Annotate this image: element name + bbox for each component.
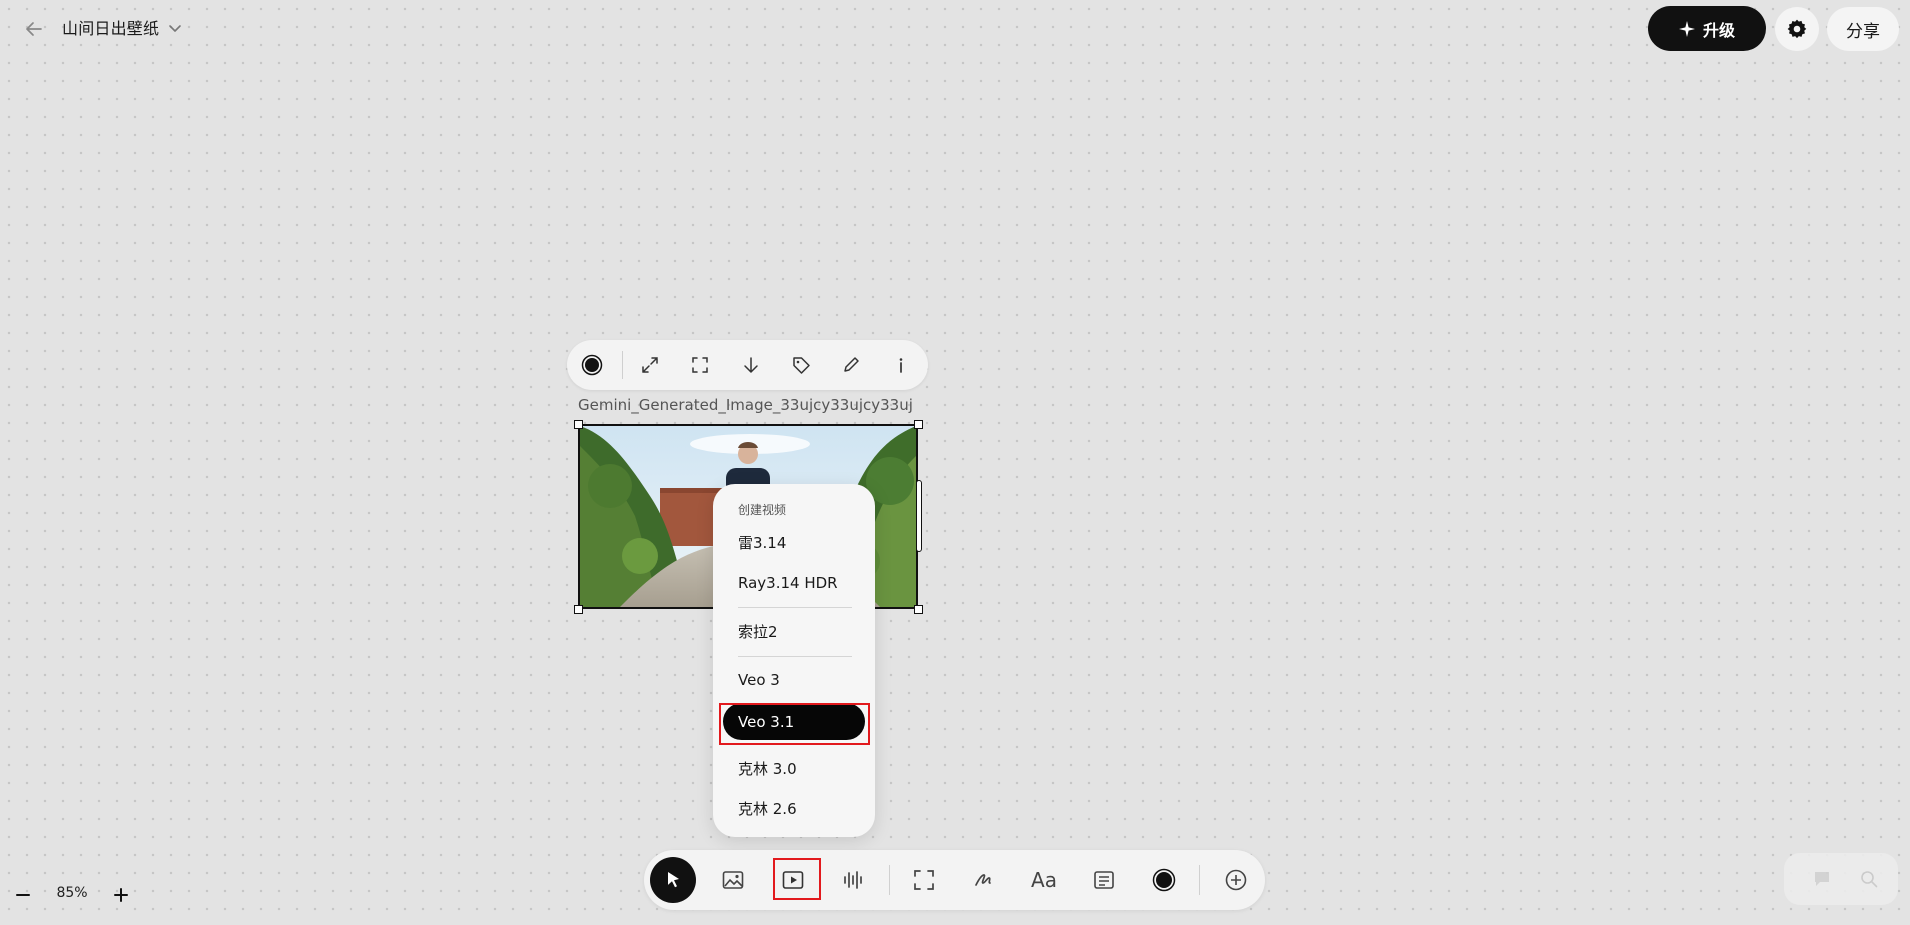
menu-item-veo31[interactable]: Veo 3.1 [723, 703, 865, 740]
expand-icon[interactable] [637, 352, 663, 378]
menu-item-ray314-hdr[interactable]: Ray3.14 HDR [738, 573, 838, 593]
image-filename: Gemini_Generated_Image_33ujcy33ujcy33uj [578, 396, 913, 414]
menu-item-ray314[interactable]: 雷3.14 [738, 533, 786, 553]
menu-divider [738, 656, 852, 657]
resize-handle-top-left[interactable] [574, 420, 583, 429]
audio-waveform-icon[interactable] [833, 860, 873, 900]
menu-item-veo3[interactable]: Veo 3 [738, 670, 780, 690]
download-arrow-icon[interactable] [738, 352, 764, 378]
frame-icon[interactable] [904, 860, 944, 900]
chevron-down-icon[interactable] [166, 19, 184, 37]
image-icon[interactable] [713, 860, 753, 900]
project-title[interactable]: 山间日出壁纸 [62, 18, 159, 40]
bottom-toolbar: Aa [644, 850, 1265, 910]
resize-handle-bottom-left[interactable] [574, 605, 583, 614]
image-toolbar [567, 340, 928, 390]
menu-item-kling26[interactable]: 克林 2.6 [738, 799, 797, 819]
settings-button[interactable] [1775, 7, 1819, 51]
resize-handle-top-right[interactable] [914, 420, 923, 429]
resize-handle-bottom-right[interactable] [914, 605, 923, 614]
video-icon[interactable] [773, 860, 813, 900]
note-icon[interactable] [1084, 860, 1124, 900]
sparkle-icon [1678, 20, 1695, 37]
toolbar-divider [1199, 865, 1200, 895]
toolbar-divider [889, 865, 890, 895]
chat-search-panel [1784, 853, 1898, 905]
back-arrow-icon[interactable] [22, 17, 46, 41]
search-icon[interactable] [1860, 870, 1878, 888]
menu-item-kling30[interactable]: 克林 3.0 [738, 759, 797, 779]
pencil-icon[interactable] [838, 352, 864, 378]
create-video-menu: 创建视频 雷3.14 Ray3.14 HDR 索拉2 Veo 3 Veo 3.1… [713, 484, 875, 837]
tag-icon[interactable] [788, 352, 814, 378]
menu-divider [738, 607, 852, 608]
share-button[interactable]: 分享 [1827, 7, 1899, 51]
zoom-in-button[interactable] [112, 886, 130, 904]
info-icon[interactable] [888, 352, 914, 378]
menu-item-sora2[interactable]: 索拉2 [738, 622, 778, 642]
color-dot-icon[interactable] [579, 352, 605, 378]
zoom-out-button[interactable] [14, 886, 32, 904]
add-icon[interactable] [1216, 860, 1256, 900]
crop-frame-icon[interactable] [687, 352, 713, 378]
draw-pen-icon[interactable] [964, 860, 1004, 900]
toolbar-divider [622, 351, 623, 379]
chat-icon[interactable] [1812, 869, 1832, 889]
resize-handle-right[interactable] [916, 480, 922, 552]
gear-icon [1786, 18, 1808, 40]
select-cursor-icon[interactable] [650, 857, 696, 903]
color-dot-icon[interactable] [1144, 860, 1184, 900]
text-tool-icon[interactable]: Aa [1024, 860, 1064, 900]
upgrade-label: 升级 [1702, 20, 1735, 40]
menu-header: 创建视频 [738, 503, 787, 517]
upgrade-button[interactable]: 升级 [1648, 6, 1766, 51]
zoom-level[interactable]: 85% [52, 885, 92, 901]
